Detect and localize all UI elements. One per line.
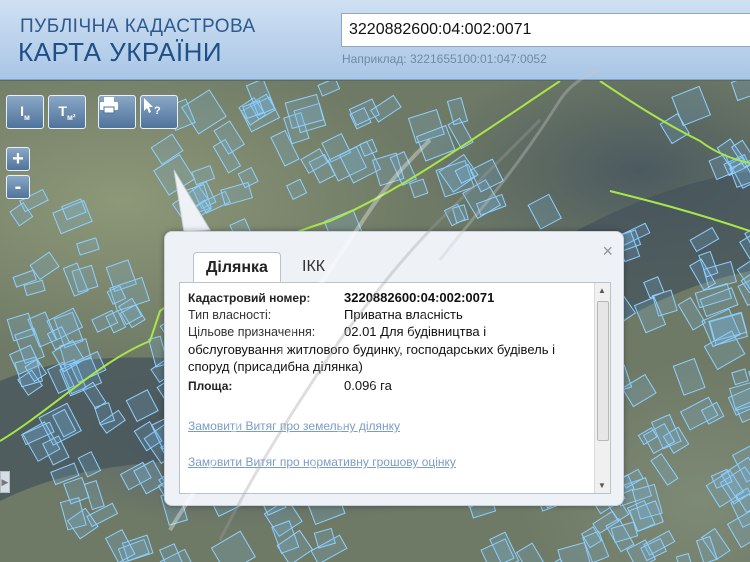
watermark-signature — [168, 68, 601, 541]
measure-length-unit: м — [23, 112, 30, 122]
chevron-right-icon: ▶ — [1, 476, 9, 487]
parcel-outline — [59, 496, 87, 531]
parcel-outline — [731, 368, 749, 386]
zoom-in-button[interactable]: + — [6, 147, 30, 171]
measure-length-button[interactable]: Iм — [6, 95, 44, 129]
print-button[interactable] — [98, 95, 136, 129]
measure-area-icon: Tм² — [58, 103, 75, 122]
parcel-outline — [672, 357, 706, 396]
side-panel-toggle[interactable]: ▶ — [0, 471, 10, 493]
printer-icon — [100, 97, 118, 114]
measure-length-icon: Iм — [20, 103, 30, 122]
parcel-outline — [675, 552, 695, 562]
parcel-outline — [679, 396, 719, 431]
parcel-outline — [730, 81, 750, 102]
zoom-out-button[interactable]: - — [6, 175, 30, 199]
site-title-line1: ПУБЛІЧНА КАДАСТРОВА — [20, 16, 256, 37]
parcel-outline — [76, 237, 100, 256]
measure-area-unit: м² — [66, 112, 76, 122]
measure-area-label: T — [58, 102, 67, 119]
parcel-outline — [650, 453, 679, 486]
cadastral-search-input[interactable] — [341, 13, 750, 47]
measure-area-button[interactable]: Tм² — [48, 95, 86, 129]
